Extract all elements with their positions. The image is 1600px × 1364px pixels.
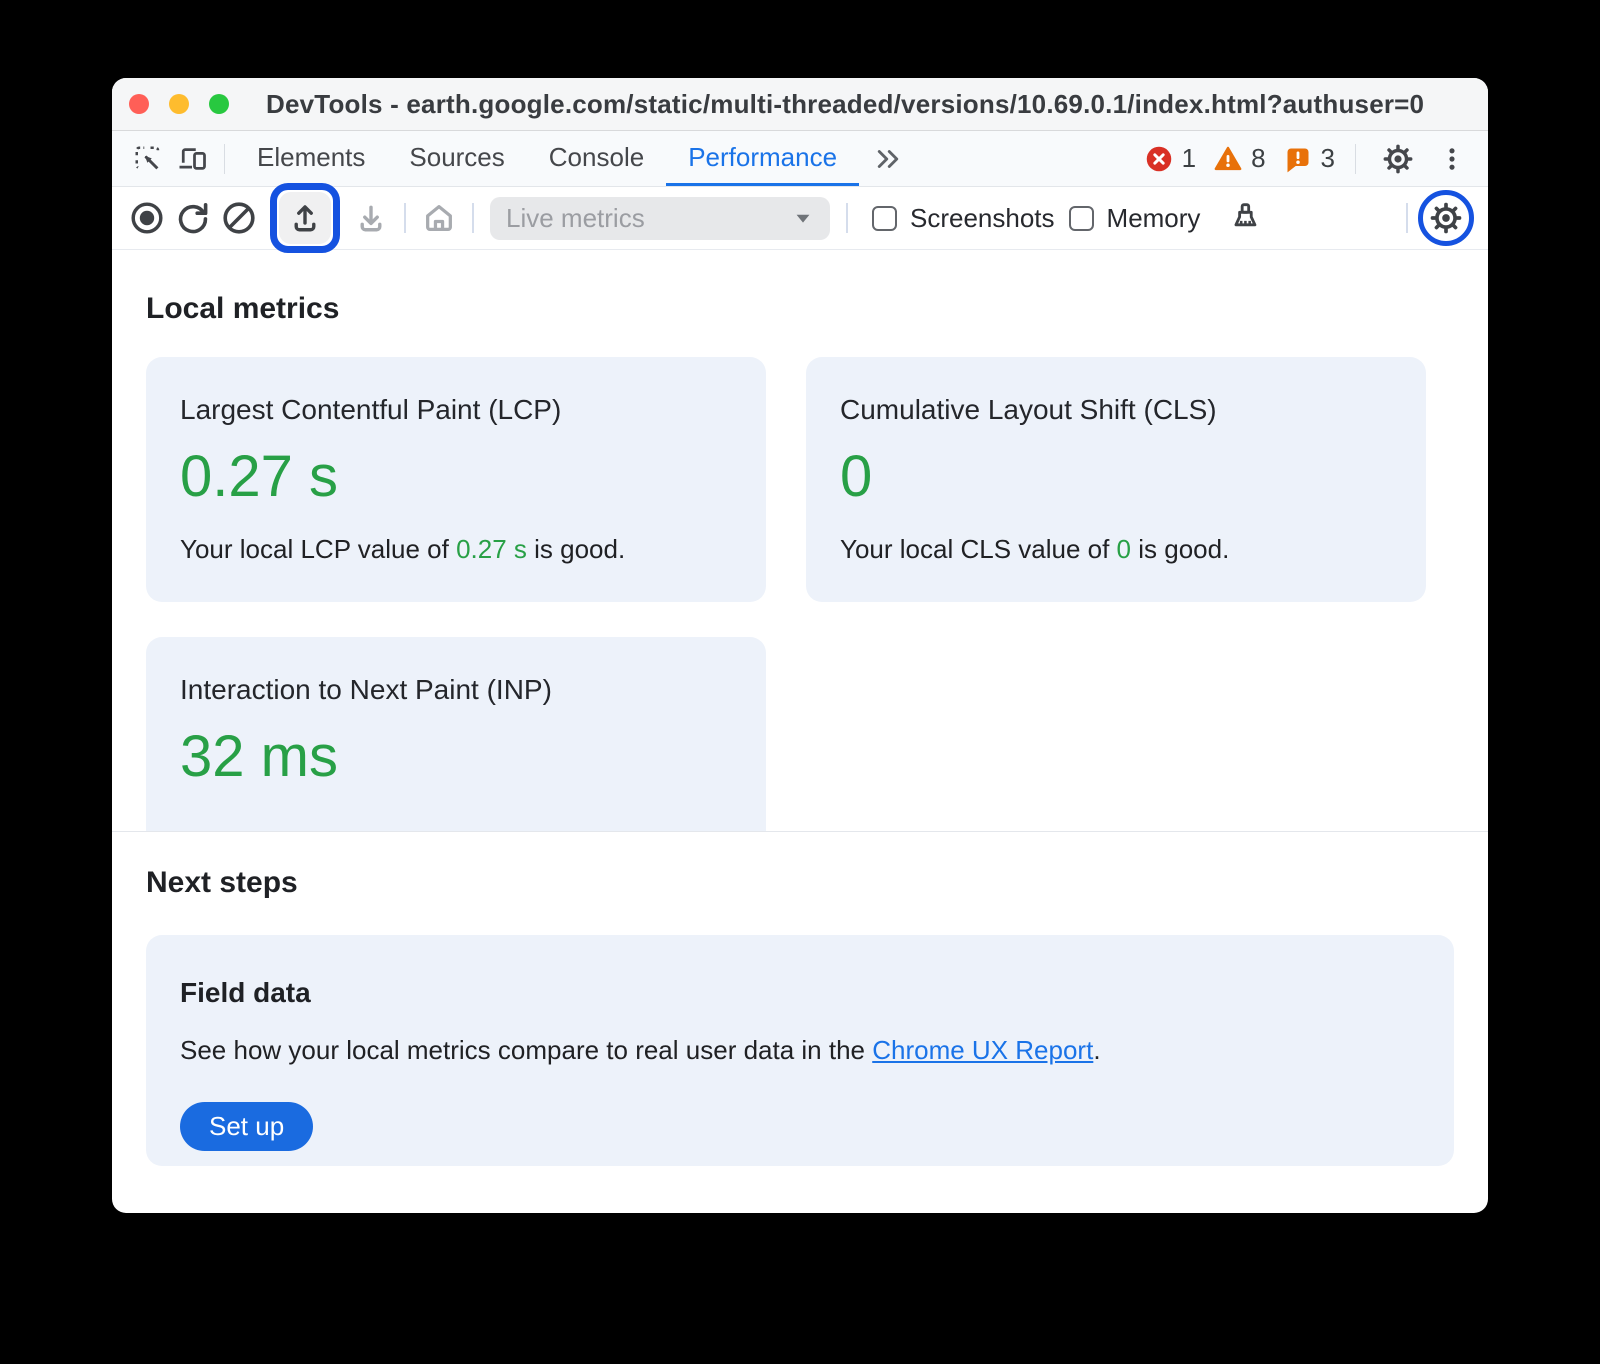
load-profile-button[interactable] [279,192,331,244]
title-bar: DevTools - earth.google.com/static/multi… [112,78,1488,131]
inp-card-title: Interaction to Next Paint (INP) [180,673,732,707]
block-icon [221,200,257,236]
memory-toggle[interactable]: Memory [1069,203,1201,234]
toggle-device-toolbar-button[interactable] [170,131,214,186]
window-title: DevTools - earth.google.com/static/multi… [266,89,1424,120]
screenshots-label: Screenshots [910,203,1055,234]
capture-settings-button[interactable] [1429,201,1463,235]
save-profile-button[interactable] [348,195,394,241]
issue-bubble-icon [1284,145,1312,173]
devtools-menu-button[interactable] [1430,145,1474,173]
cls-desc-value: 0 [1117,534,1131,564]
cls-metric-card: Cumulative Layout Shift (CLS) 0 Your loc… [806,357,1426,602]
toolbar-separator [846,203,848,233]
cls-card-title: Cumulative Layout Shift (CLS) [840,393,1392,427]
console-errors-badge[interactable]: 1 [1145,143,1196,174]
upload-annotation-highlight [270,183,340,253]
set-up-button[interactable]: Set up [180,1102,313,1151]
inspect-cursor-icon [133,144,163,174]
history-select-value: Live metrics [506,203,645,234]
issues-badge[interactable]: 3 [1284,143,1335,174]
console-warnings-badge[interactable]: 8 [1214,143,1265,174]
lcp-desc-suffix: is good. [527,534,625,564]
cls-value: 0 [840,447,1392,507]
tabbar-separator [1355,144,1356,174]
field-data-description: See how your local metrics compare to re… [180,1035,1420,1066]
minimize-window-button[interactable] [169,94,189,114]
tab-performance[interactable]: Performance [666,131,859,186]
tabbar-right-controls: 1 8 [1137,131,1474,186]
lcp-card-title: Largest Contentful Paint (LCP) [180,393,732,427]
home-icon [422,201,456,235]
error-icon [1145,145,1173,173]
traffic-lights [129,94,229,114]
performance-toolbar: Live metrics Screenshots Memory [112,187,1488,250]
issue-count: 3 [1321,143,1335,174]
upload-icon [288,201,322,235]
history-select[interactable]: Live metrics [490,197,830,240]
record-icon [129,200,165,236]
devtools-window: DevTools - earth.google.com/static/multi… [112,78,1488,1213]
devtools-settings-button[interactable] [1376,143,1420,175]
toolbar-right-controls [1396,190,1474,246]
memory-label: Memory [1107,203,1201,234]
performance-panel-content: Local metrics Largest Contentful Paint (… [112,250,1488,1166]
toolbar-separator [1406,203,1408,233]
chevron-down-icon [792,207,814,229]
record-and-reload-button[interactable] [170,195,216,241]
screenshots-toggle[interactable]: Screenshots [872,203,1055,234]
download-icon [354,201,388,235]
tab-console[interactable]: Console [527,131,666,186]
record-button[interactable] [124,195,170,241]
cls-desc-suffix: is good. [1131,534,1229,564]
memory-checkbox[interactable] [1069,206,1094,231]
lcp-description: Your local LCP value of 0.27 s is good. [180,534,732,564]
chrome-ux-report-link[interactable]: Chrome UX Report [872,1035,1093,1065]
device-toolbar-icon [177,144,207,174]
field-desc-prefix: See how your local metrics compare to re… [180,1035,872,1065]
screenshot-stage: DevTools - earth.google.com/static/multi… [0,0,1600,1364]
cls-description: Your local CLS value of 0 is good. [840,534,1392,564]
gear-icon [1382,143,1414,175]
toolbar-separator [404,203,406,233]
cls-desc-prefix: Your local CLS value of [840,534,1117,564]
error-count: 1 [1182,143,1196,174]
toolbar-separator [472,203,474,233]
warning-icon [1214,145,1242,173]
screenshots-checkbox[interactable] [872,206,897,231]
lcp-desc-prefix: Your local LCP value of [180,534,456,564]
lcp-metric-card: Largest Contentful Paint (LCP) 0.27 s Yo… [146,357,766,602]
more-tabs-button[interactable] [859,131,917,186]
settings-annotation-highlight [1418,190,1474,246]
garbage-collect-brush-icon [1228,201,1262,235]
live-metrics-home-button[interactable] [416,195,462,241]
local-metrics-heading: Local metrics [146,250,1454,326]
warning-count: 8 [1251,143,1265,174]
zoom-window-button[interactable] [209,94,229,114]
inp-value: 32 ms [180,727,732,787]
tabbar-separator [224,144,225,174]
gear-icon [1429,201,1463,235]
lcp-value: 0.27 s [180,447,732,507]
devtools-tab-bar: Elements Sources Console Performance [112,131,1488,187]
double-chevron-right-icon [873,144,903,174]
tab-sources[interactable]: Sources [387,131,526,186]
field-data-title: Field data [180,977,1420,1009]
inspect-element-button[interactable] [126,131,170,186]
three-dots-icon [1438,145,1466,173]
clear-button[interactable] [216,195,262,241]
local-metrics-section: Local metrics Largest Contentful Paint (… [112,250,1488,831]
collect-garbage-button[interactable] [1222,195,1268,241]
metric-cards: Largest Contentful Paint (LCP) 0.27 s Yo… [146,357,1454,831]
next-steps-heading: Next steps [146,832,1454,900]
field-data-card: Field data See how your local metrics co… [146,935,1454,1166]
next-steps-section: Next steps Field data See how your local… [112,832,1488,1166]
lcp-desc-value: 0.27 s [456,534,527,564]
inp-metric-card: Interaction to Next Paint (INP) 32 ms [146,637,766,831]
close-window-button[interactable] [129,94,149,114]
field-desc-suffix: . [1093,1035,1100,1065]
reload-icon [175,200,211,236]
tab-elements[interactable]: Elements [235,131,387,186]
panel-tabs: Elements Sources Console Performance [235,131,859,186]
